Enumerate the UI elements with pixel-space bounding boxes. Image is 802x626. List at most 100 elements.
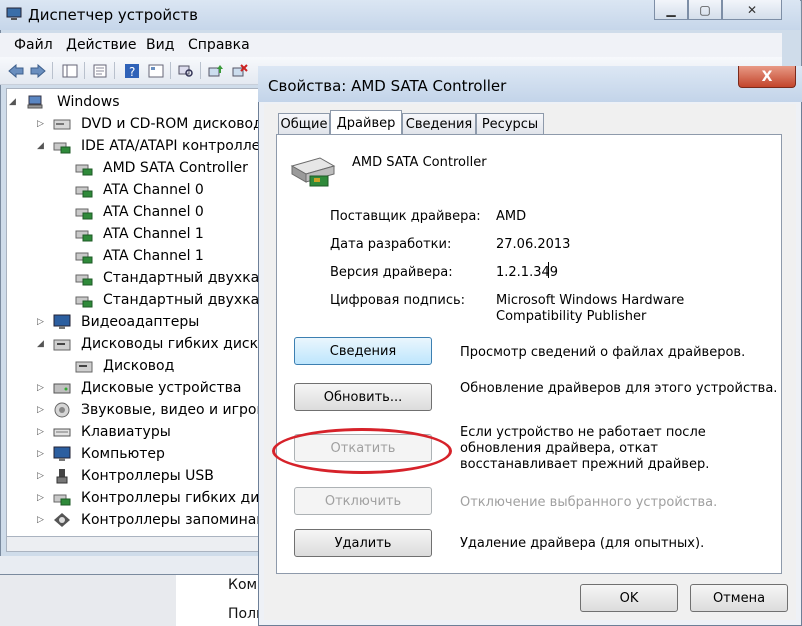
- tree-item[interactable]: ATA Channel 1: [7, 245, 261, 267]
- back-arrow-icon: [8, 63, 24, 78]
- tree-item[interactable]: ◢ Windows: [7, 91, 261, 113]
- show-hide-tree-button[interactable]: [60, 61, 80, 80]
- tree-item[interactable]: Дисковод: [7, 355, 261, 377]
- tab-details[interactable]: Сведения: [402, 113, 476, 134]
- uninstall-device-button[interactable]: [230, 61, 250, 80]
- expand-arrow-icon[interactable]: ▷: [37, 472, 45, 481]
- menu-action[interactable]: Действие: [66, 37, 136, 53]
- uninstall-driver-button[interactable]: Удалить: [294, 529, 432, 557]
- maximize-icon: ▢: [699, 2, 711, 17]
- tree-item[interactable]: Стандартный двухканальный: [7, 289, 261, 311]
- tree-item[interactable]: ATA Channel 0: [7, 179, 261, 201]
- collapse-arrow-icon[interactable]: ◢: [37, 142, 45, 151]
- uninstall-device-icon: [232, 63, 248, 76]
- device-tree: ◢ Windows ▷ DVD и CD-ROM дисководы ◢ IDE ATA/…: [6, 88, 262, 538]
- tree-item[interactable]: ◢ IDE ATA/ATAPI контроллеры: [7, 135, 261, 157]
- tree-item-label: Стандартный двухканальный: [103, 270, 261, 286]
- tree-item[interactable]: ▷ Дисковые устройства: [7, 377, 261, 399]
- tree-item-label: Звуковые, видео и игровые: [81, 402, 261, 418]
- expand-arrow-icon[interactable]: ▷: [37, 450, 45, 459]
- driver-provider-value: AMD: [496, 209, 527, 224]
- expand-arrow-icon[interactable]: ▷: [37, 494, 45, 503]
- controller-icon: [75, 230, 93, 242]
- expand-arrow-icon[interactable]: ▷: [37, 120, 45, 129]
- device-name: AMD SATA Controller: [352, 155, 487, 170]
- toolbar-separator: [200, 62, 201, 79]
- properties-button[interactable]: [90, 61, 110, 80]
- rollback-driver-description: Если устройство не работает после обновл…: [460, 425, 710, 472]
- tree-item-label: ATA Channel 0: [103, 182, 204, 198]
- expand-arrow-icon[interactable]: ▷: [37, 406, 45, 415]
- driver-version-label: Версия драйвера:: [330, 265, 453, 280]
- update-driver-button[interactable]: [206, 61, 226, 80]
- tree-item[interactable]: AMD SATA Controller: [7, 157, 261, 179]
- driver-provider-label: Поставщик драйвера:: [330, 209, 481, 224]
- background-panel: [0, 575, 176, 626]
- view-icon: [148, 64, 164, 77]
- tree-item[interactable]: ▷ Компьютер: [7, 443, 261, 465]
- tree-item[interactable]: ◢ Дисководы гибких дисков: [7, 333, 261, 355]
- sata-controller-device-icon: [290, 157, 336, 187]
- back-button[interactable]: [6, 61, 26, 80]
- dialog-close-button[interactable]: X: [738, 66, 796, 88]
- controller-icon: [75, 252, 93, 264]
- main-close-button[interactable]: ✕: [722, 0, 782, 20]
- tree-item[interactable]: ▷ Контроллеры гибких дисков: [7, 487, 261, 509]
- usb-icon: [56, 469, 68, 484]
- tree-item[interactable]: ▷ Звуковые, видео и игровые: [7, 399, 261, 421]
- disable-device-button[interactable]: Отключить: [294, 487, 432, 515]
- tree-item[interactable]: ATA Channel 1: [7, 223, 261, 245]
- tab-driver[interactable]: Драйвер: [330, 110, 402, 135]
- forward-button[interactable]: [28, 61, 48, 80]
- menu-bar: Файл Действие Вид Справка: [0, 33, 782, 58]
- tree-item[interactable]: ▷ Контроллеры USB: [7, 465, 261, 487]
- menu-help[interactable]: Справка: [188, 37, 250, 53]
- tab-general[interactable]: Общие: [278, 113, 330, 134]
- collapse-arrow-icon[interactable]: ◢: [9, 98, 17, 107]
- computer-icon: [27, 95, 43, 109]
- close-icon: ✕: [746, 2, 758, 17]
- scan-hardware-button[interactable]: [176, 61, 196, 80]
- ok-button[interactable]: OK: [580, 584, 678, 612]
- help-icon: ?: [125, 63, 139, 79]
- tree-item-label: AMD SATA Controller: [103, 160, 248, 176]
- menu-file[interactable]: Файл: [14, 37, 53, 53]
- tree-item-label: Windows: [57, 94, 120, 110]
- maximize-button[interactable]: ▢: [688, 0, 722, 20]
- expand-arrow-icon[interactable]: ▷: [37, 318, 45, 327]
- uninstall-driver-description: Удаление драйвера (для опытных).: [460, 536, 705, 551]
- minimize-button[interactable]: ▁: [654, 0, 688, 20]
- tree-item-label: Видеоадаптеры: [81, 314, 200, 330]
- action-view-button[interactable]: [146, 61, 166, 80]
- tree-item-label: Стандартный двухканальный: [103, 292, 261, 308]
- update-driver-description: Обновление драйверов для этого устройств…: [460, 381, 778, 396]
- expand-arrow-icon[interactable]: ▷: [37, 516, 45, 525]
- expand-arrow-icon[interactable]: ▷: [37, 384, 45, 393]
- collapse-arrow-icon[interactable]: ◢: [37, 340, 45, 349]
- tree-item[interactable]: ▷ Контроллеры запоминающих: [7, 509, 261, 531]
- expand-arrow-icon[interactable]: ▷: [37, 428, 45, 437]
- tree-item[interactable]: ▷ Видеоадаптеры: [7, 311, 261, 333]
- tree-item-label: Дисковод: [103, 358, 175, 374]
- svg-text:?: ?: [129, 65, 135, 79]
- tab-resources[interactable]: Ресурсы: [476, 113, 544, 134]
- tree-item-label: Контроллеры USB: [81, 468, 214, 484]
- menu-view[interactable]: Вид: [146, 37, 174, 53]
- cancel-button[interactable]: Отмена: [690, 584, 788, 612]
- disable-device-description: Отключение выбранного устройства.: [460, 495, 718, 510]
- tree-item-label: Дисковые устройства: [81, 380, 242, 396]
- tree-item[interactable]: ATA Channel 0: [7, 201, 261, 223]
- tree-item-label: Контроллеры запоминающих: [81, 512, 261, 528]
- tree-item[interactable]: Стандартный двухканальный: [7, 267, 261, 289]
- storage-controller-icon: [54, 513, 70, 527]
- controller-icon: [53, 142, 71, 154]
- toolbar-separator: [114, 62, 115, 79]
- driver-details-description: Просмотр сведений о файлах драйверов.: [460, 345, 746, 360]
- tree-item-label: Контроллеры гибких дисков: [81, 490, 261, 506]
- tree-horizontal-scrollbar[interactable]: [6, 536, 260, 552]
- driver-details-button[interactable]: Сведения: [294, 337, 432, 365]
- help-button[interactable]: ?: [122, 61, 142, 80]
- tree-item[interactable]: ▷ DVD и CD-ROM дисководы: [7, 113, 261, 135]
- tree-item[interactable]: ▷ Клавиатуры: [7, 421, 261, 443]
- update-driver-dialog-button[interactable]: Обновить...: [294, 383, 432, 411]
